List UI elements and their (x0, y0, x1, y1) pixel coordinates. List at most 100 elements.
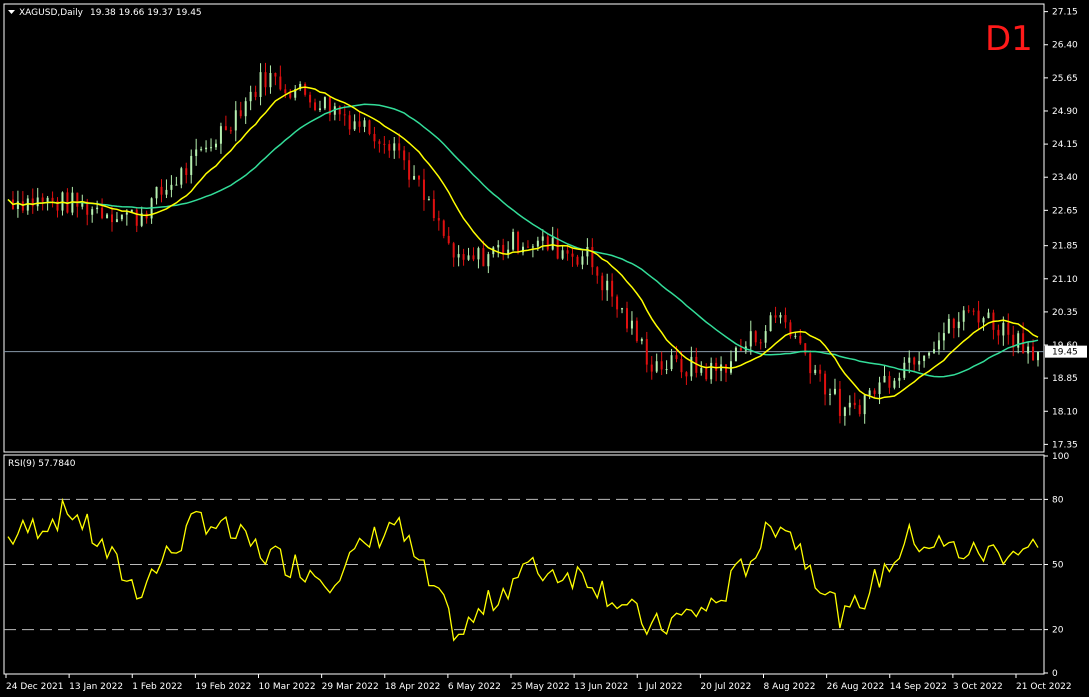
candle-body (135, 209, 138, 226)
candle-body (106, 214, 109, 219)
candle-body (244, 101, 247, 117)
candle-body (437, 218, 440, 221)
candle-body (21, 201, 24, 211)
candle-body (477, 248, 480, 260)
candle-body (1007, 322, 1010, 335)
candle-body (1002, 322, 1005, 336)
candle-body (388, 144, 391, 151)
candle-body (368, 120, 371, 134)
price-tick-label: 21.85 (1052, 242, 1078, 252)
candle-body (531, 246, 534, 248)
candle-body (96, 207, 99, 210)
time-tick-label: 29 Mar 2022 (322, 682, 379, 692)
candle-body (472, 255, 475, 260)
candle-body (259, 72, 262, 97)
candle-body (517, 231, 520, 253)
candle-body (774, 315, 777, 318)
candle-body (309, 94, 312, 103)
candle-body (165, 189, 168, 195)
price-tick-label: 18.85 (1052, 374, 1078, 384)
candle-body (363, 120, 366, 127)
candle-body (764, 331, 767, 343)
candle-body (373, 133, 376, 142)
rsi-title: RSI(9) 57.7840 (8, 459, 76, 469)
candle-body (551, 237, 554, 250)
candle-body (546, 236, 549, 250)
candle-body (358, 121, 361, 127)
candle-body (536, 240, 539, 247)
candle-body (561, 250, 564, 259)
candle-body (254, 91, 257, 97)
candle-body (76, 192, 79, 207)
candle-body (759, 342, 762, 344)
candle-body (442, 220, 445, 236)
candle-body (36, 197, 39, 207)
candle-body (601, 275, 604, 291)
candle-body (210, 147, 213, 149)
candle-body (219, 126, 222, 144)
candle-body (710, 362, 713, 380)
candle-body (467, 255, 470, 260)
candle-body (729, 361, 732, 373)
candle-body (91, 209, 94, 215)
candle-body (51, 197, 54, 201)
candle-body (933, 349, 936, 353)
candle-body (556, 237, 559, 259)
candle-body (457, 254, 460, 258)
time-tick-label: 24 Dec 2021 (6, 682, 64, 692)
candle-body (160, 186, 163, 195)
candle-body (427, 199, 430, 201)
candle-body (418, 176, 421, 180)
time-tick-label: 20 Jul 2022 (700, 682, 751, 692)
candle-body (234, 110, 237, 131)
candle-body (913, 357, 916, 365)
candle-body (977, 310, 980, 323)
candle-body (41, 197, 44, 202)
candle-body (185, 168, 188, 175)
candle-body (224, 126, 227, 131)
price-tick-label: 18.10 (1052, 407, 1078, 417)
candle-body (725, 364, 728, 373)
candle-body (170, 184, 173, 190)
time-tick-label: 1 Jul 2022 (637, 682, 682, 692)
candle-body (175, 184, 178, 186)
price-tick-label: 20.35 (1052, 308, 1078, 318)
symbol-header: XAGUSD,Daily (19, 8, 84, 18)
price-tick-label: 21.10 (1052, 275, 1078, 285)
candle-body (383, 143, 386, 145)
candle-body (403, 150, 406, 161)
candle-body (586, 246, 589, 257)
candle-body (422, 179, 425, 200)
candle-body (408, 160, 411, 180)
chart-canvas[interactable]: 19.45 27.1526.4025.6524.9024.1523.4022.6… (0, 0, 1089, 697)
candle-body (769, 315, 772, 332)
candle-body (482, 248, 485, 267)
candle-body (462, 254, 465, 260)
candle-body (120, 214, 123, 220)
chart-window[interactable]: 19.45 27.15 26.40 25.65 24.90 24.15 23.40 22.6… (0, 0, 1089, 697)
candle-body (928, 352, 931, 356)
candle-body (819, 369, 822, 374)
candle-body (323, 97, 326, 109)
candle-body (110, 214, 113, 223)
candle-body (650, 364, 653, 372)
time-tick-label: 10 Mar 2022 (259, 682, 316, 692)
candle-body (739, 347, 742, 351)
candle-body (734, 347, 737, 362)
candle-body (16, 201, 19, 209)
price-tick-label: 26.40 (1052, 41, 1078, 51)
candle-body (239, 110, 242, 117)
candle-body (284, 89, 287, 94)
candle-body (269, 73, 272, 88)
rsi-tick-label: 0 (1052, 669, 1058, 679)
candle-body (675, 355, 678, 360)
ohlc-header: 19.38 19.66 19.37 19.45 (90, 8, 202, 18)
candle-body (621, 308, 624, 310)
time-tick-label: 14 Sep 2022 (890, 682, 947, 692)
candle-body (616, 296, 619, 310)
candle-body (962, 310, 965, 322)
candle-body (249, 91, 252, 102)
price-tick-label: 25.65 (1052, 74, 1078, 84)
time-tick-label: 13 Jun 2022 (574, 682, 628, 692)
candle-body (947, 318, 950, 334)
